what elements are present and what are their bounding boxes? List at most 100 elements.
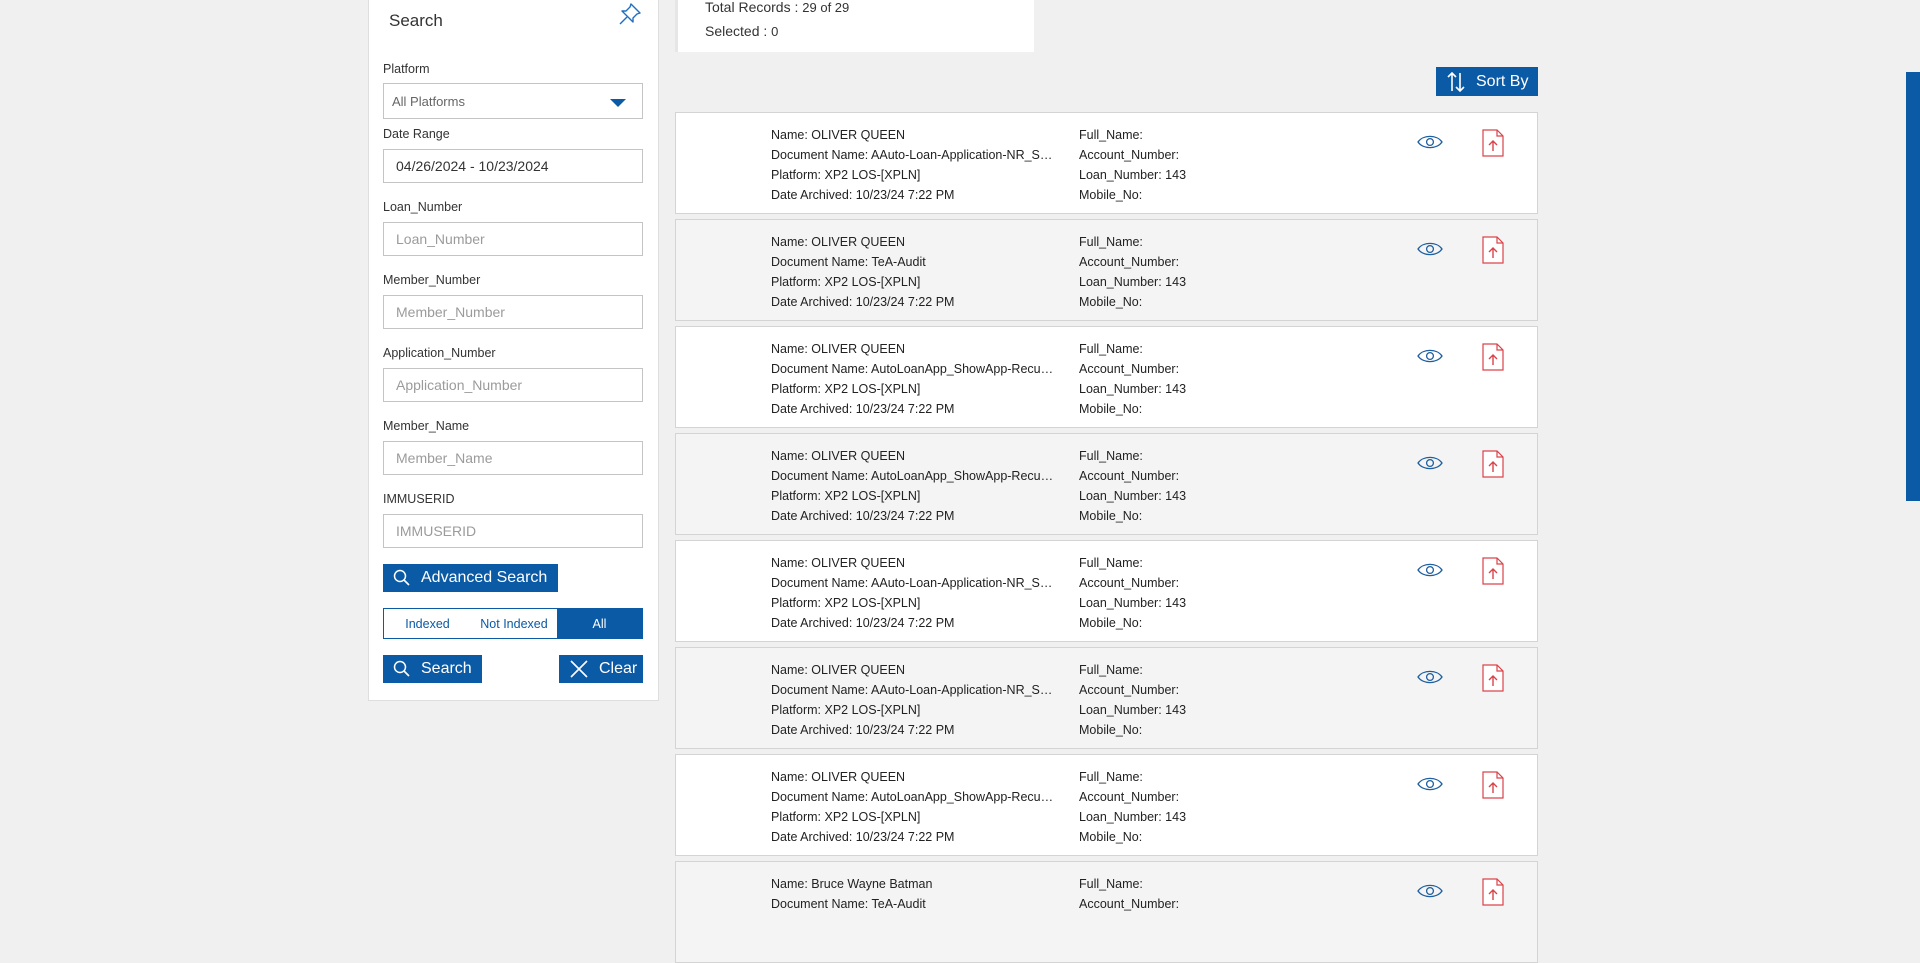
record-loan-number: Loan_Number: 143: [1079, 275, 1187, 289]
sort-by-button[interactable]: Sort By: [1436, 67, 1538, 96]
application-number-input[interactable]: [383, 368, 643, 402]
member-name-input[interactable]: [383, 441, 643, 475]
record-mobile-no: Mobile_No:: [1079, 509, 1143, 523]
selected-label: Selected :: [705, 23, 772, 39]
record-date-archived: Date Archived: 10/23/24 7:22 PM: [771, 830, 955, 844]
date-range-input[interactable]: [383, 149, 643, 183]
date-range-label: Date Range: [383, 127, 450, 141]
record-document-name: Document Name: AAuto-Loan-Application-NR…: [771, 683, 1056, 697]
pdf-upload-icon[interactable]: [1482, 129, 1504, 157]
record-document-name: Document Name: AAuto-Loan-Application-NR…: [771, 148, 1056, 162]
pdf-upload-icon[interactable]: [1482, 343, 1504, 371]
record-platform: Platform: XP2 LOS-[XPLN]: [771, 596, 921, 610]
record-account-number: Account_Number:: [1079, 790, 1180, 804]
record-index-fields: Full_Name: Account_Number: Loan_Number: 14…: [1079, 446, 1279, 526]
record-details: Name: Bruce Wayne Batman Document Name: T…: [771, 874, 1056, 914]
member-number-input[interactable]: [383, 295, 643, 329]
record-account-number: Account_Number:: [1079, 683, 1180, 697]
record-name: Name: OLIVER QUEEN: [771, 128, 906, 142]
record-details: Name: OLIVER QUEEN Document Name: AAuto-L…: [771, 125, 1056, 205]
record-loan-number: Loan_Number: 143: [1079, 810, 1187, 824]
immuserid-input[interactable]: [383, 514, 643, 548]
record-name: Name: OLIVER QUEEN: [771, 342, 906, 356]
record-index-fields: Full_Name: Account_Number: Loan_Number: 14…: [1079, 660, 1279, 740]
eye-icon[interactable]: [1417, 347, 1443, 365]
record-mobile-no: Mobile_No:: [1079, 188, 1143, 202]
record-full-name: Full_Name:: [1079, 235, 1143, 249]
result-card[interactable]: Name: OLIVER QUEEN Document Name: AAuto-L…: [675, 112, 1538, 214]
application-number-label: Application_Number: [383, 346, 496, 360]
eye-icon[interactable]: [1417, 133, 1443, 151]
filter-indexed[interactable]: Indexed: [384, 609, 471, 638]
search-button[interactable]: Search: [383, 655, 482, 683]
record-mobile-no: Mobile_No:: [1079, 402, 1143, 416]
pdf-upload-icon[interactable]: [1482, 664, 1504, 692]
search-icon: [393, 569, 410, 586]
platform-select[interactable]: All Platforms: [383, 83, 643, 119]
record-date-archived: Date Archived: 10/23/24 7:22 PM: [771, 402, 955, 416]
loan-number-label: Loan_Number: [383, 200, 463, 214]
record-index-fields: Full_Name: Account_Number: Loan_Number: 14…: [1079, 232, 1279, 312]
record-name: Name: OLIVER QUEEN: [771, 449, 906, 463]
eye-icon[interactable]: [1417, 775, 1443, 793]
pdf-upload-icon[interactable]: [1482, 557, 1504, 585]
record-full-name: Full_Name:: [1079, 342, 1143, 356]
record-loan-number: Loan_Number: 143: [1079, 489, 1187, 503]
pdf-upload-icon[interactable]: [1482, 878, 1504, 906]
record-mobile-no: Mobile_No:: [1079, 723, 1143, 737]
index-filter-toggle: Indexed Not Indexed All: [383, 608, 643, 639]
record-date-archived: Date Archived: 10/23/24 7:22 PM: [771, 509, 955, 523]
pdf-upload-icon[interactable]: [1482, 450, 1504, 478]
record-index-fields: Full_Name: Account_Number: Loan_Number: 14…: [1079, 125, 1279, 205]
record-platform: Platform: XP2 LOS-[XPLN]: [771, 489, 921, 503]
scrollbar-thumb[interactable]: [1906, 72, 1920, 501]
pdf-upload-icon[interactable]: [1482, 236, 1504, 264]
platform-select-value: All Platforms: [392, 94, 465, 109]
result-card[interactable]: Name: OLIVER QUEEN Document Name: AutoLoa…: [675, 326, 1538, 428]
record-details: Name: OLIVER QUEEN Document Name: AAuto-L…: [771, 660, 1056, 740]
filter-not-indexed[interactable]: Not Indexed: [471, 609, 557, 638]
record-mobile-no: Mobile_No:: [1079, 295, 1143, 309]
record-account-number: Account_Number:: [1079, 148, 1180, 162]
record-details: Name: OLIVER QUEEN Document Name: AutoLoa…: [771, 446, 1056, 526]
result-card[interactable]: Name: OLIVER QUEEN Document Name: AAuto-L…: [675, 540, 1538, 642]
pdf-upload-icon[interactable]: [1482, 771, 1504, 799]
filter-all[interactable]: All: [557, 609, 642, 638]
panel-title: Search: [389, 11, 443, 30]
record-document-name: Document Name: TeA-Audit: [771, 255, 926, 269]
clear-button[interactable]: Clear: [559, 655, 643, 683]
eye-icon[interactable]: [1417, 668, 1443, 686]
record-mobile-no: Mobile_No:: [1079, 616, 1143, 630]
clear-button-label: Clear: [599, 660, 638, 677]
loan-number-input[interactable]: [383, 222, 643, 256]
result-card[interactable]: Name: Bruce Wayne Batman Document Name: T…: [675, 861, 1538, 963]
record-account-number: Account_Number:: [1079, 362, 1180, 376]
result-card[interactable]: Name: OLIVER QUEEN Document Name: AutoLoa…: [675, 754, 1538, 856]
result-card[interactable]: Name: OLIVER QUEEN Document Name: AutoLoa…: [675, 433, 1538, 535]
record-details: Name: OLIVER QUEEN Document Name: AAuto-L…: [771, 553, 1056, 633]
eye-icon[interactable]: [1417, 240, 1443, 258]
immuserid-label: IMMUSERID: [383, 492, 455, 506]
total-records-label: Total Records :: [705, 0, 803, 15]
result-card[interactable]: Name: OLIVER QUEEN Document Name: AAuto-L…: [675, 647, 1538, 749]
record-index-fields: Full_Name: Account_Number:: [1079, 874, 1279, 914]
record-platform: Platform: XP2 LOS-[XPLN]: [771, 168, 921, 182]
eye-icon[interactable]: [1417, 454, 1443, 472]
record-index-fields: Full_Name: Account_Number: Loan_Number: 14…: [1079, 339, 1279, 419]
advanced-search-button[interactable]: Advanced Search: [383, 564, 558, 592]
record-account-number: Account_Number:: [1079, 255, 1180, 269]
record-details: Name: OLIVER QUEEN Document Name: AutoLoa…: [771, 339, 1056, 419]
result-card[interactable]: Name: OLIVER QUEEN Document Name: TeA-Aud…: [675, 219, 1538, 321]
eye-icon[interactable]: [1417, 561, 1443, 579]
record-account-number: Account_Number:: [1079, 469, 1180, 483]
record-platform: Platform: XP2 LOS-[XPLN]: [771, 382, 921, 396]
pin-icon[interactable]: [617, 1, 643, 27]
eye-icon[interactable]: [1417, 882, 1443, 900]
record-document-name: Document Name: AutoLoanApp_ShowApp-Recur…: [771, 469, 1056, 483]
record-mobile-no: Mobile_No:: [1079, 830, 1143, 844]
record-full-name: Full_Name:: [1079, 556, 1143, 570]
record-name: Name: OLIVER QUEEN: [771, 770, 906, 784]
record-name: Name: OLIVER QUEEN: [771, 235, 906, 249]
close-icon: [570, 660, 588, 678]
record-full-name: Full_Name:: [1079, 128, 1143, 142]
